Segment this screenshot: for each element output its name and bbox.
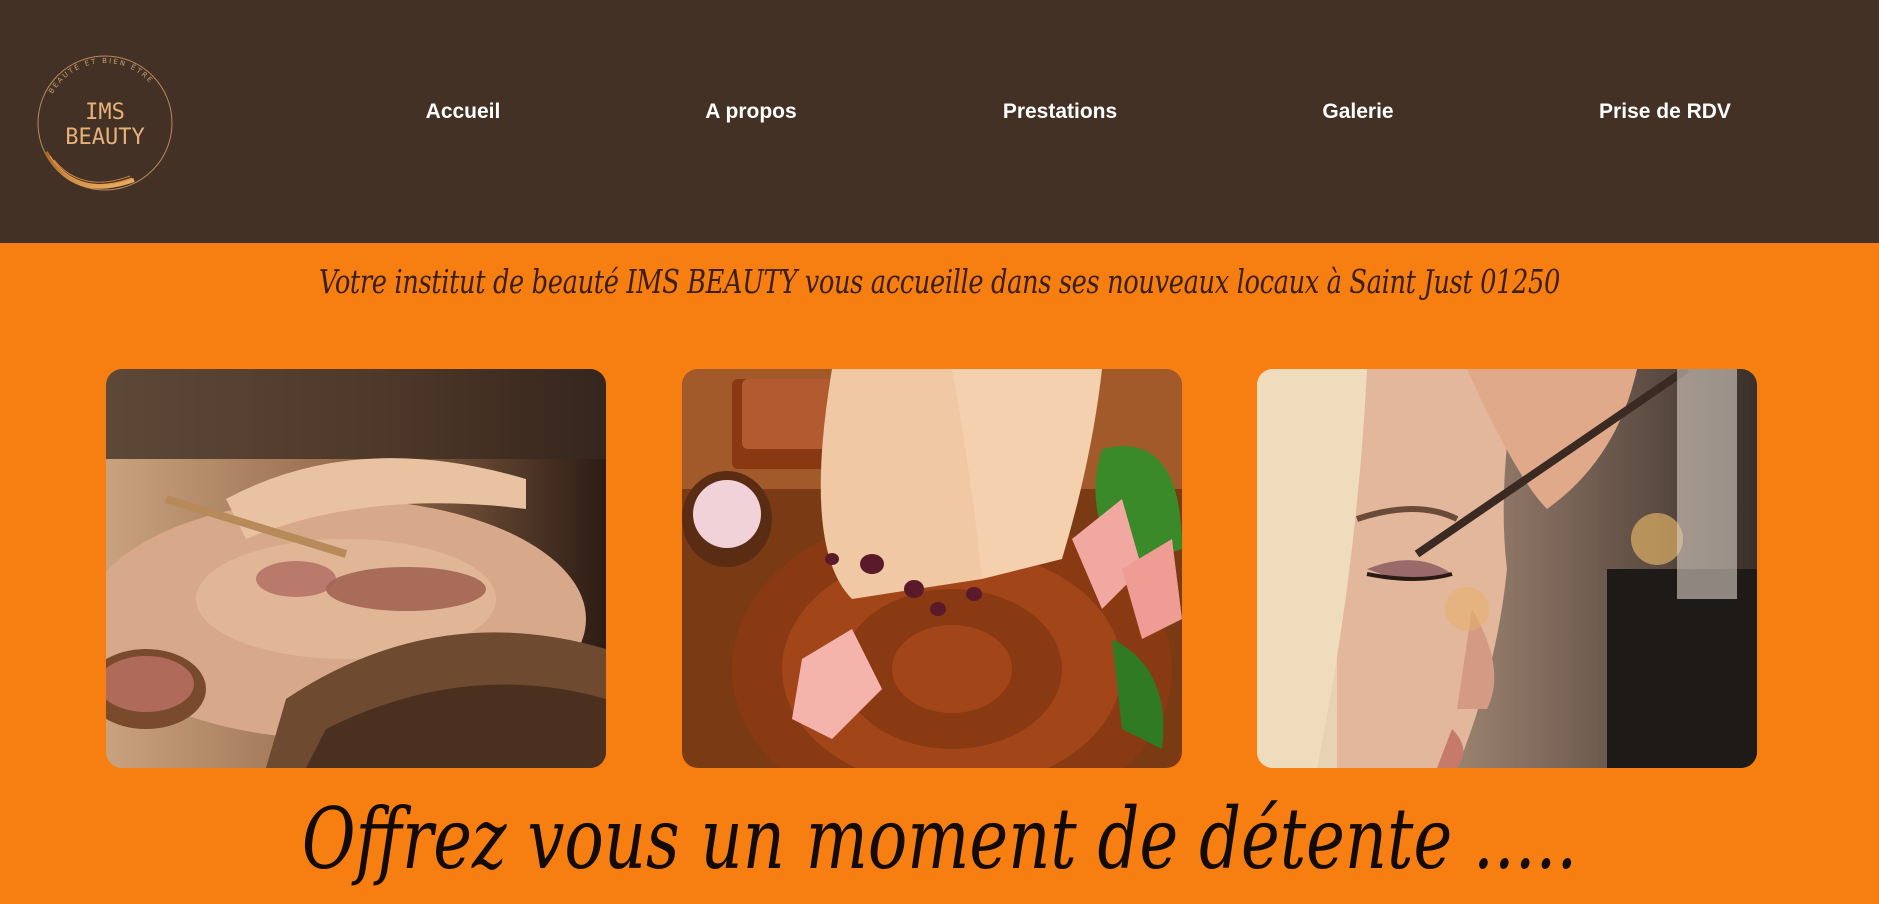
nav-item-prestations[interactable]: Prestations: [1003, 100, 1117, 124]
main-nav: Accueil A propos Prestations Galerie Pri…: [0, 100, 1879, 130]
gallery-photo-pedicure: [682, 369, 1182, 768]
welcome-tagline: Votre institut de beauté IMS BEAUTY vous…: [318, 262, 1561, 301]
logo-ring-text: BEAUTÉ ET BIEN ÊTRE: [47, 57, 153, 95]
nav-item-galerie[interactable]: Galerie: [1322, 100, 1393, 124]
gallery-photo-facial: [106, 369, 606, 768]
nav-item-accueil[interactable]: Accueil: [426, 100, 501, 124]
site-header: BEAUTÉ ET BIEN ÊTRE IMS BEAUTY Accueil A…: [0, 0, 1879, 243]
nav-item-prise-de-rdv[interactable]: Prise de RDV: [1599, 100, 1731, 124]
relaxation-headline: Offrez vous un moment de détente .....: [301, 790, 1578, 888]
gallery-photo-makeup: [1257, 369, 1757, 768]
svg-text:BEAUTÉ ET BIEN ÊTRE: BEAUTÉ ET BIEN ÊTRE: [47, 57, 155, 95]
nav-item-a-propos[interactable]: A propos: [705, 100, 796, 124]
